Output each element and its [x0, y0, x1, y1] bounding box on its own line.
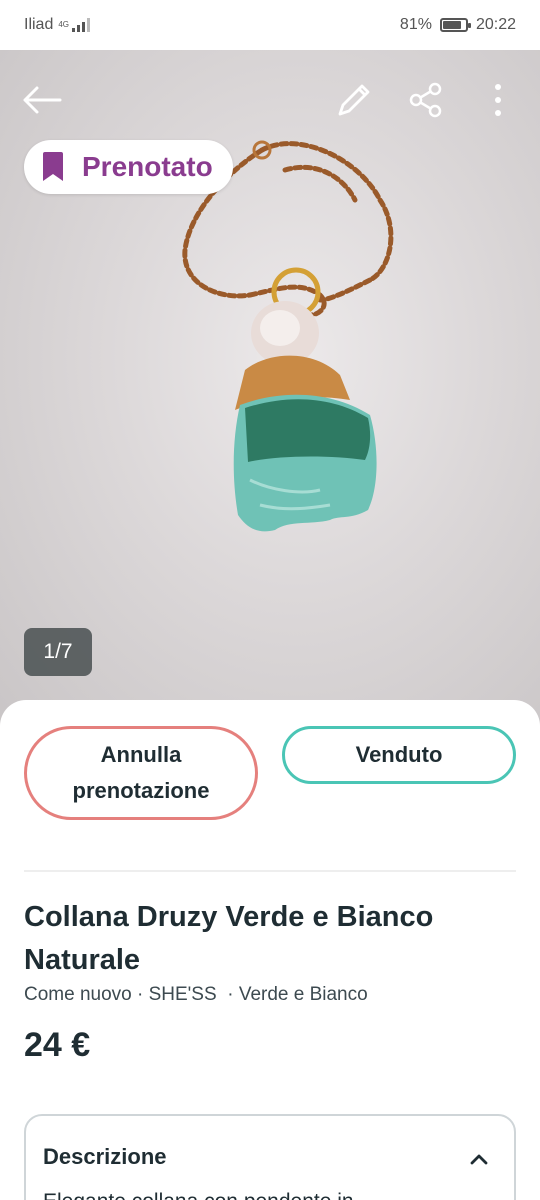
status-left: Iliad 4G — [24, 16, 91, 34]
description-toggle[interactable] — [464, 1144, 494, 1174]
product-photo[interactable]: Prenotato 1/7 — [0, 50, 540, 730]
description-text: Elegante collana con pendente in — [43, 1190, 354, 1200]
mark-sold-label: Venduto — [355, 742, 443, 767]
photo-counter: 1/7 — [24, 628, 92, 676]
item-price: 24 € — [24, 1026, 91, 1064]
edit-button[interactable] — [332, 78, 376, 122]
pencil-icon — [338, 84, 370, 116]
signal-icon — [72, 18, 91, 32]
cancel-reservation-button[interactable]: Annulla prenotazione — [24, 726, 258, 820]
more-vertical-icon — [495, 84, 501, 116]
description-heading: Descrizione — [43, 1144, 167, 1169]
share-icon — [409, 82, 442, 118]
bookmark-icon — [43, 152, 63, 181]
mark-sold-button[interactable]: Venduto — [282, 726, 516, 784]
arrow-left-icon — [23, 86, 62, 114]
item-meta: Come nuovo · SHE'SS · Verde e Bianco — [24, 984, 368, 1005]
battery-percent: 81% — [399, 16, 432, 33]
share-button[interactable] — [404, 78, 448, 122]
status-badge-label: Prenotato — [82, 151, 213, 182]
battery-icon — [439, 18, 471, 32]
network-label: 4G — [58, 20, 70, 29]
status-bar: Iliad 4G 81% 20:22 — [0, 0, 540, 50]
cancel-reservation-label: Annulla prenotazione — [73, 737, 210, 809]
clock: 20:22 — [475, 16, 516, 33]
cancel-label-line2: prenotazione — [72, 778, 210, 803]
divider — [24, 870, 516, 872]
status-badge: Prenotato — [24, 140, 233, 194]
battery-fill — [442, 21, 461, 29]
item-details-sheet: Annulla prenotazione Venduto Collana Dru… — [0, 700, 540, 1200]
more-options-button[interactable] — [476, 78, 520, 122]
carrier-name: Iliad — [24, 16, 54, 33]
cancel-label-line1: Annulla — [100, 742, 182, 767]
back-button[interactable] — [20, 78, 64, 122]
chevron-up-icon — [470, 1154, 488, 1165]
network-type: 4G — [58, 21, 69, 29]
description-section: Descrizione Elegante collana con pendent… — [24, 1114, 516, 1200]
status-right: 81% 20:22 — [400, 16, 516, 34]
item-title: Collana Druzy Verde e Bianco Naturale — [24, 901, 434, 976]
